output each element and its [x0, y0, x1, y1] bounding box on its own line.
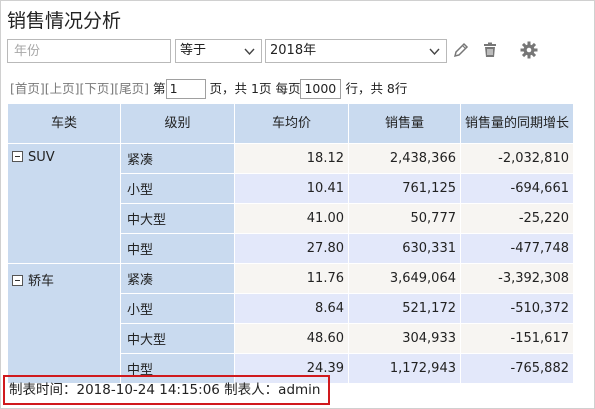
price-cell: 27.80	[234, 233, 349, 264]
sales-cell: 521,172	[348, 293, 461, 324]
sales-cell: 1,172,943	[348, 353, 461, 384]
year-select[interactable]: 2018年	[265, 39, 447, 63]
page-size-input[interactable]: 1000	[300, 79, 342, 99]
column-header[interactable]: 车类	[7, 103, 121, 144]
column-header[interactable]: 车均价	[234, 103, 349, 144]
level-cell: 中大型	[120, 323, 235, 354]
next-page-link[interactable]: [下页]	[80, 79, 115, 99]
gear-icon[interactable]	[519, 40, 539, 60]
price-cell: 18.12	[234, 143, 349, 174]
price-cell: 10.41	[234, 173, 349, 204]
growth-cell: -3,392,308	[460, 263, 574, 294]
level-cell: 小型	[120, 293, 235, 324]
sales-cell: 50,777	[348, 203, 461, 234]
trash-icon[interactable]	[480, 40, 500, 60]
table-header-row: 车类 级别 车均价 销售量 销售量的同期增长	[7, 103, 574, 144]
collapse-icon[interactable]	[12, 275, 23, 286]
level-cell: 紧凑	[120, 143, 235, 174]
sales-cell: 304,933	[348, 323, 461, 354]
sales-cell: 630,331	[348, 233, 461, 264]
table-row: SUV 紧凑 18.12 2,438,366 -2,032,810	[7, 143, 574, 264]
field-input[interactable]	[7, 39, 171, 63]
sales-cell: 3,649,064	[348, 263, 461, 294]
growth-cell: -25,220	[460, 203, 574, 234]
table-row: 轿车 紧凑 11.76 3,649,064 -3,392,308	[7, 263, 574, 384]
rows-suffix: 行，共 8行	[345, 81, 408, 96]
page-number-input[interactable]: 1	[165, 79, 206, 99]
page-suffix: 页，共 1页 每页	[209, 81, 301, 96]
sales-table: 车类 级别 车均价 销售量 销售量的同期增长 SUV 紧凑 18.12 2,43…	[7, 103, 574, 384]
price-cell: 8.64	[234, 293, 349, 324]
first-page-link[interactable]: [首页]	[10, 79, 45, 99]
prev-page-link[interactable]: [上页]	[45, 79, 80, 99]
column-header[interactable]: 级别	[120, 103, 235, 144]
page-prefix: 第	[153, 81, 166, 96]
level-cell: 中大型	[120, 203, 235, 234]
column-header[interactable]: 销售量	[348, 103, 461, 144]
report-footer: 制表时间：2018-10-24 14:15:06 制表人：admin	[3, 375, 330, 405]
price-cell: 48.60	[234, 323, 349, 354]
growth-cell: -2,032,810	[460, 143, 574, 174]
chevron-down-icon	[244, 48, 255, 56]
operator-value: 等于	[180, 43, 207, 58]
level-cell: 中型	[120, 233, 235, 264]
growth-cell: -151,617	[460, 323, 574, 354]
price-cell: 41.00	[234, 203, 349, 234]
growth-cell: -694,661	[460, 173, 574, 204]
chevron-down-icon	[429, 48, 440, 56]
level-cell: 小型	[120, 173, 235, 204]
page-title: 销售情况分析	[7, 10, 122, 32]
sales-cell: 761,125	[348, 173, 461, 204]
last-page-link[interactable]: [尾页]	[114, 79, 149, 99]
group-name: 轿车	[28, 274, 55, 289]
pencil-icon[interactable]	[451, 40, 471, 60]
year-value: 2018年	[270, 43, 317, 58]
level-cell: 紧凑	[120, 263, 235, 294]
price-cell: 11.76	[234, 263, 349, 294]
operator-select[interactable]: 等于	[175, 39, 262, 63]
growth-cell: -510,372	[460, 293, 574, 324]
column-header[interactable]: 销售量的同期增长	[460, 103, 574, 144]
collapse-icon[interactable]	[12, 151, 23, 162]
growth-cell: -477,748	[460, 233, 574, 264]
group-cell: SUV	[7, 143, 121, 264]
sales-cell: 2,438,366	[348, 143, 461, 174]
group-name: SUV	[28, 150, 55, 165]
group-cell: 轿车	[7, 263, 121, 384]
pagination-bar: [首页][上页][下页][尾页] 第1 页，共 1页 每页 1000 行，共 8行	[10, 79, 407, 99]
growth-cell: -765,882	[460, 353, 574, 384]
